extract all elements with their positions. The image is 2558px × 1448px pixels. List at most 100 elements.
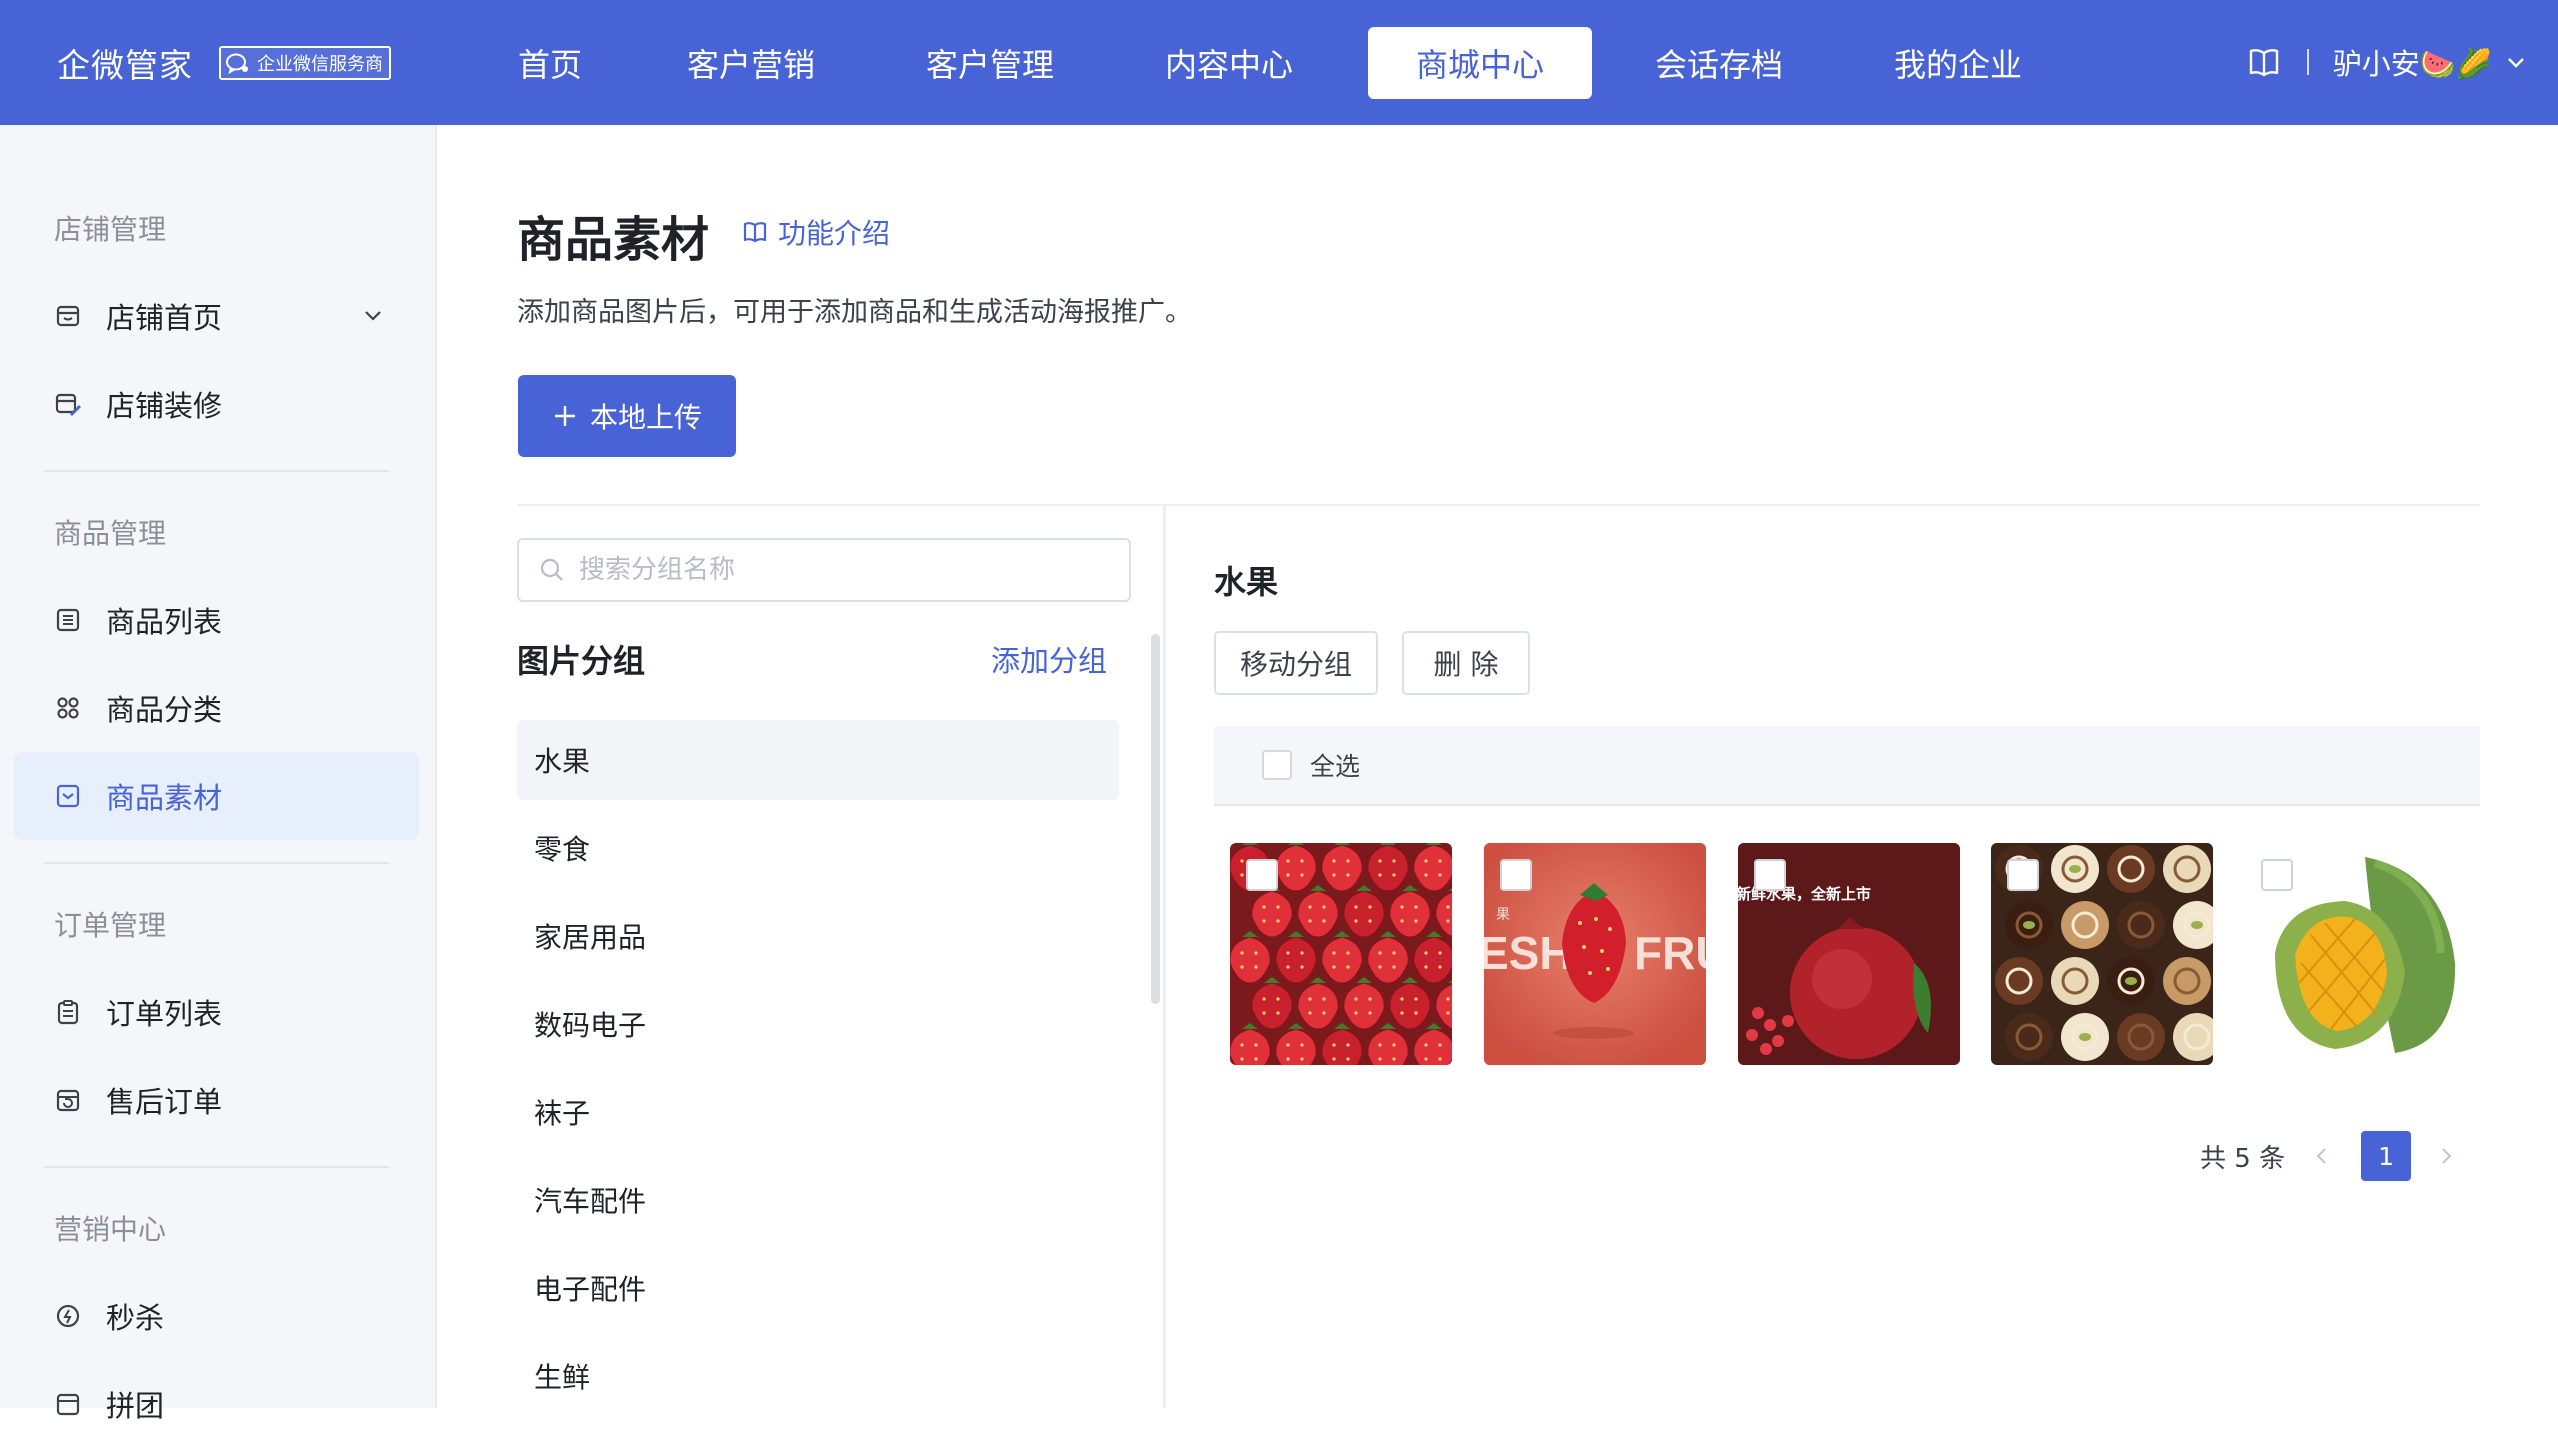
group-list: 水果 零食 家居用品 数码电子 袜子 汽车配件 电子配件 生鲜 [517, 720, 1119, 1424]
current-group-title: 水果 [1214, 563, 1279, 601]
local-upload-button[interactable]: 本地上传 [518, 375, 736, 457]
user-name[interactable]: 驴小安🍉🌽 [2333, 41, 2492, 83]
content-divider [517, 504, 2479, 506]
sidebar-divider [44, 1166, 389, 1168]
select-all-label: 全选 [1310, 752, 1361, 781]
sidebar-item-goods-category[interactable]: 商品分类 [14, 664, 419, 752]
sidebar-divider [44, 862, 389, 864]
sidebar-section-orders: 订单管理 [54, 909, 167, 942]
brand[interactable]: 企微管家 企业微信服务商 [57, 38, 391, 88]
sidebar-item-label: 拼团 [106, 1389, 165, 1423]
list-icon [56, 608, 80, 632]
poster-small-text: 果 [1496, 907, 1510, 923]
sidebar-item-label: 订单列表 [106, 997, 223, 1031]
select-all-bar: 全选 [1214, 726, 2480, 806]
nav-item-session-archive[interactable]: 会话存档 [1619, 27, 1819, 99]
nav-item-home[interactable]: 首页 [480, 27, 620, 99]
group-item[interactable]: 水果 [517, 720, 1119, 800]
group-list-scrollbar[interactable] [1151, 634, 1160, 1004]
group-item[interactable]: 汽车配件 [517, 1160, 1119, 1240]
flash-sale-icon [56, 1304, 80, 1328]
group-item[interactable]: 袜子 [517, 1072, 1119, 1152]
clipboard-icon [57, 1000, 79, 1025]
group-buy-icon [56, 1393, 80, 1416]
sidebar-item-label: 商品列表 [106, 605, 223, 639]
sidebar: 店铺管理 店铺首页 店铺装修 商品管理 商品列表 商品分类 商品素材 订单管理 … [0, 125, 437, 1423]
image-checkbox[interactable] [1246, 859, 1278, 891]
image-thumbnail-pomegranate[interactable]: 新鲜水果，全新上市 [1738, 843, 1960, 1065]
sidebar-section-marketing: 营销中心 [54, 1213, 167, 1246]
image-checkbox[interactable] [1754, 859, 1786, 891]
image-thumbnail-chocolates[interactable] [1991, 843, 2213, 1065]
header-right: 驴小安🍉🌽 [2247, 40, 2528, 84]
sidebar-item-label: 店铺装修 [106, 389, 223, 423]
group-item[interactable]: 电子配件 [517, 1248, 1119, 1328]
move-group-button[interactable]: 移动分组 [1214, 631, 1378, 695]
panel-divider [1163, 505, 1166, 1408]
nav-item-customer-marketing[interactable]: 客户营销 [651, 27, 851, 99]
brand-name: 企微管家 [57, 46, 193, 85]
page-description: 添加商品图片后，可用于添加商品和生成活动海报推广。 [517, 297, 1192, 328]
store-decor-icon [55, 393, 81, 416]
group-search [517, 538, 1131, 602]
sidebar-item-store-home[interactable]: 店铺首页 [14, 272, 419, 360]
sidebar-section-goods: 商品管理 [54, 517, 167, 550]
search-icon [540, 558, 563, 581]
group-search-input[interactable] [579, 555, 1119, 585]
nav-item-mall-center[interactable]: 商城中心 [1368, 27, 1592, 99]
image-thumbnail-mango[interactable] [2245, 843, 2467, 1065]
upload-button-label: 本地上传 [589, 401, 702, 434]
chevron-down-icon[interactable] [2504, 50, 2528, 74]
sidebar-item-goods-list[interactable]: 商品列表 [14, 576, 419, 664]
sidebar-item-label: 商品分类 [106, 693, 223, 727]
sidebar-item-store-decoration[interactable]: 店铺装修 [14, 360, 419, 448]
top-navigation-bar: 企微管家 企业微信服务商 首页 客户营销 客户管理 内容中心 商城中心 会话存档… [0, 0, 2558, 125]
group-item[interactable]: 数码电子 [517, 984, 1119, 1064]
poster-text-right: FRU [1634, 927, 1706, 979]
image-checkbox[interactable] [2007, 859, 2039, 891]
nav-item-customer-management[interactable]: 客户管理 [890, 27, 1090, 99]
wecom-logo-icon [226, 53, 248, 75]
nav-item-my-enterprise[interactable]: 我的企业 [1858, 27, 2058, 99]
sidebar-item-flash-sale[interactable]: 秒杀 [14, 1272, 419, 1360]
pagination: 共 5 条 1 [2200, 1131, 2457, 1181]
sidebar-item-label: 售后订单 [106, 1085, 223, 1119]
plus-icon [554, 406, 575, 426]
sidebar-divider [44, 470, 389, 472]
book-icon[interactable] [2247, 45, 2281, 79]
image-thumbnail-strawberry-poster[interactable]: ESH FRU 果 [1484, 843, 1706, 1065]
feature-intro-link[interactable]: 功能介绍 [742, 212, 890, 252]
chevron-right-icon[interactable] [2435, 1145, 2457, 1167]
delete-button[interactable]: 删 除 [1402, 631, 1530, 695]
image-thumbnail-strawberries[interactable] [1230, 843, 1452, 1065]
page-title: 商品素材 [517, 212, 710, 268]
pagination-total: 共 5 条 [2200, 1143, 2286, 1174]
sidebar-item-order-list[interactable]: 订单列表 [14, 968, 419, 1056]
add-group-button[interactable]: 添加分组 [991, 638, 1107, 680]
nav-item-content-center[interactable]: 内容中心 [1129, 27, 1329, 99]
sidebar-item-goods-material[interactable]: 商品素材 [14, 752, 419, 840]
chevron-left-icon[interactable] [2311, 1145, 2333, 1167]
image-checkbox[interactable] [1500, 859, 1532, 891]
badge-text: 企业微信服务商 [257, 54, 383, 75]
main-nav: 首页 客户营销 客户管理 内容中心 商城中心 会话存档 我的企业 [480, 27, 2062, 99]
page-number-current[interactable]: 1 [2361, 1131, 2412, 1181]
poster-text-left: ESH [1484, 927, 1573, 979]
store-icon [56, 305, 80, 327]
image-group-title: 图片分组 [517, 642, 646, 680]
feature-intro-label: 功能介绍 [778, 217, 891, 250]
category-icon [57, 697, 79, 719]
sidebar-item-group-buy[interactable]: 拼团 [14, 1360, 419, 1448]
image-checkbox[interactable] [2261, 859, 2293, 891]
chevron-down-icon[interactable] [359, 302, 387, 330]
group-item[interactable]: 生鲜 [517, 1336, 1119, 1416]
sidebar-item-label: 秒杀 [106, 1301, 165, 1335]
select-all-checkbox[interactable] [1262, 750, 1292, 780]
sidebar-item-label: 商品素材 [106, 781, 223, 815]
material-icon [56, 784, 80, 808]
after-sale-icon [56, 1089, 80, 1112]
group-item[interactable]: 家居用品 [517, 896, 1119, 976]
sidebar-item-after-sale-orders[interactable]: 售后订单 [14, 1056, 419, 1144]
book-icon [743, 222, 767, 243]
group-item[interactable]: 零食 [517, 808, 1119, 888]
